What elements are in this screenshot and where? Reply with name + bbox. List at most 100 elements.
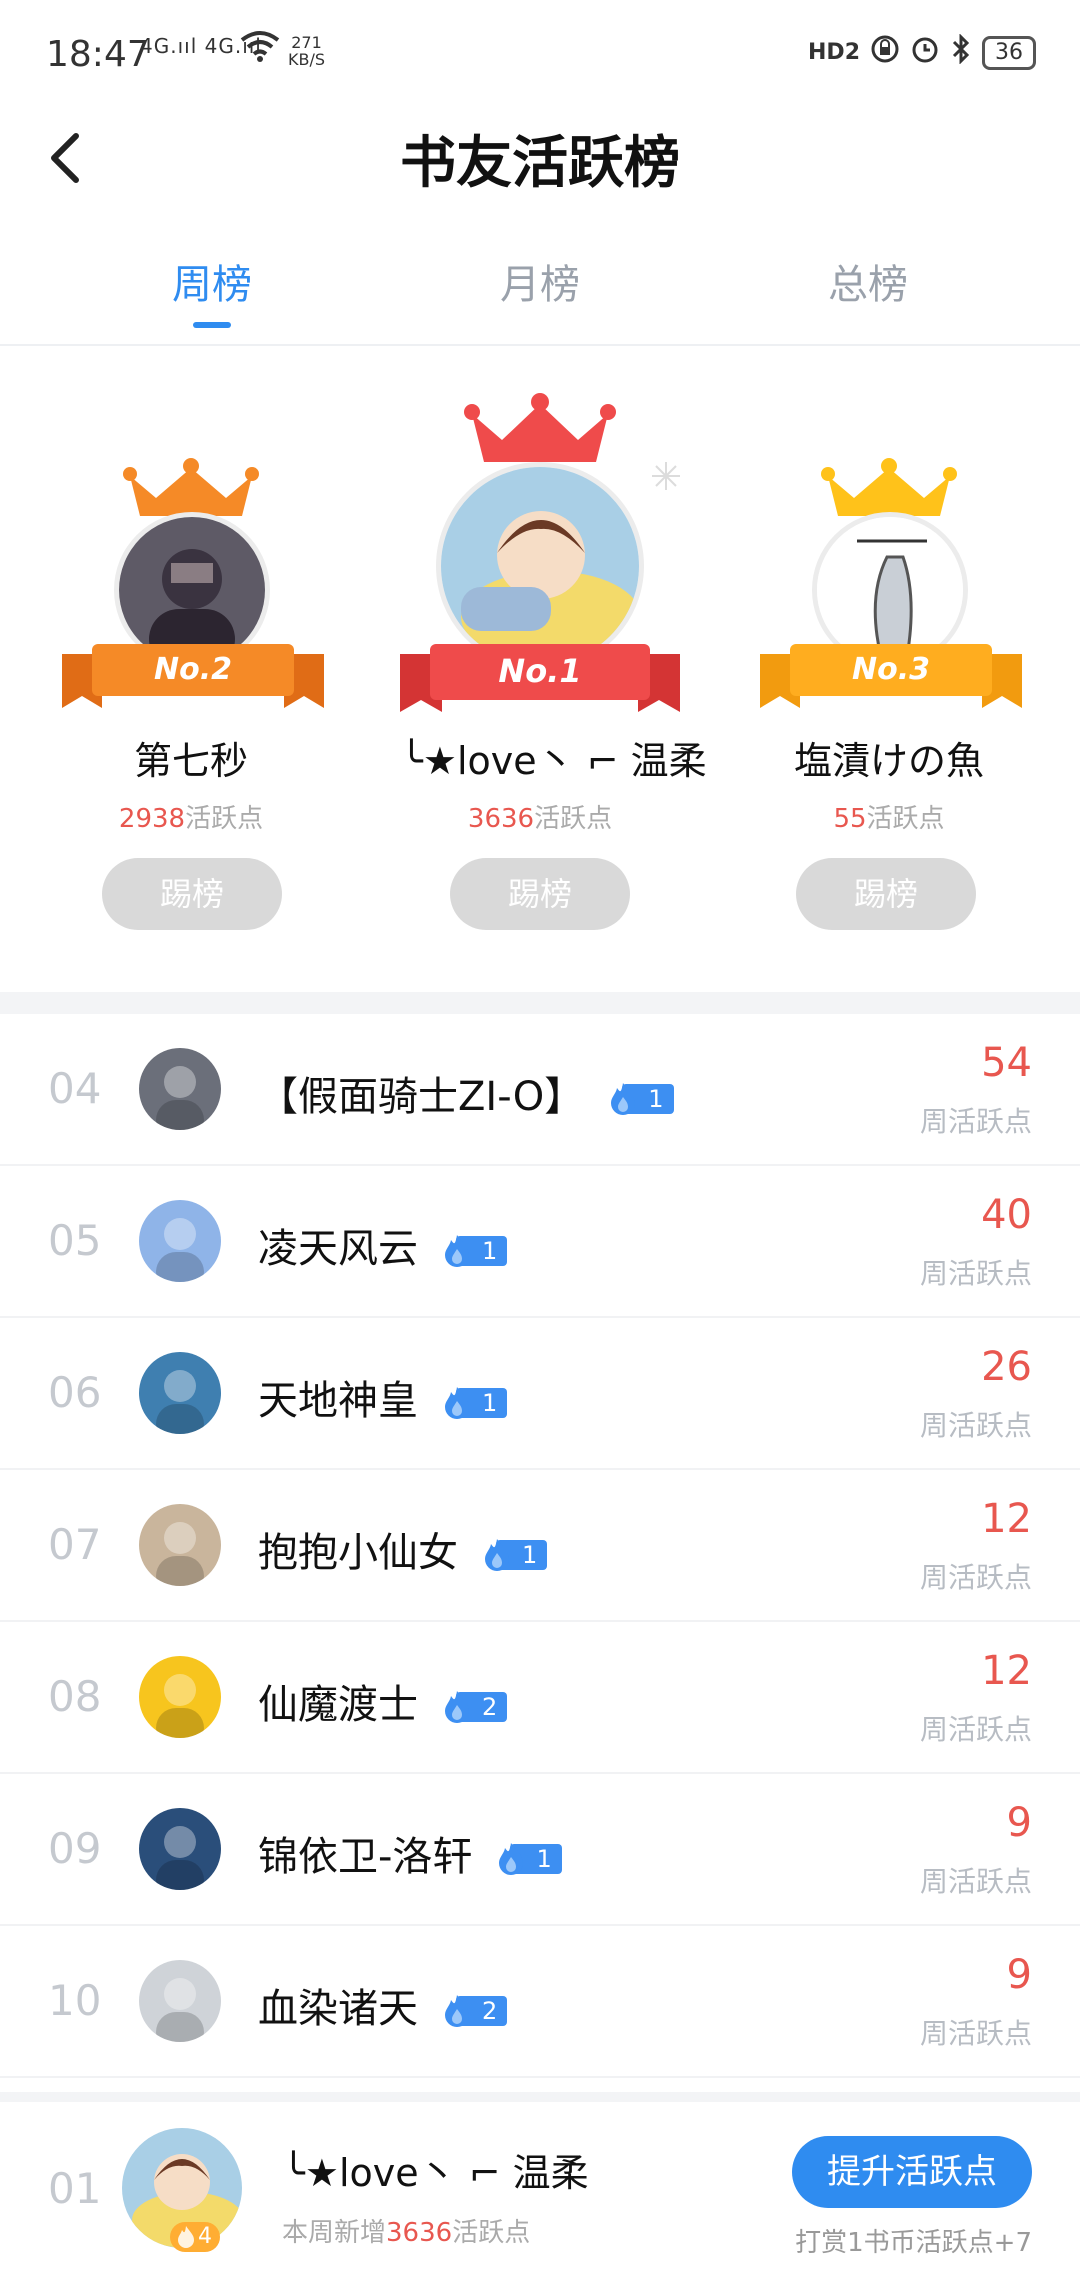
score-value: 12: [981, 1496, 1032, 1542]
rank-badge-label: No.3: [852, 652, 930, 687]
my-name: ╰★love丶 ⌐ 温柔: [282, 2151, 589, 2195]
rank-badge-label: No.2: [154, 652, 232, 687]
rank-number: 06: [48, 1368, 102, 1417]
my-rank-bar: 01 4 ╰★love丶 ⌐ 温柔 本周新增3636活跃点 提升活跃点 打赏1书…: [0, 2092, 1080, 2280]
avatar[interactable]: [139, 1960, 221, 2042]
score-label: 周活跃点: [919, 1561, 1032, 1594]
score-value: 9: [1006, 1800, 1032, 1846]
kick-button[interactable]: 踢榜: [102, 858, 282, 930]
rank-number: 09: [48, 1824, 102, 1873]
podium-name: 塩漬けの魚: [793, 739, 984, 783]
score-value: 9: [1006, 1952, 1032, 1998]
level-badge: 2: [442, 1993, 508, 2029]
score-value: 54: [981, 1040, 1032, 1086]
list-item[interactable]: 09 锦依卫-洛轩 1 9 周活跃点: [0, 1774, 1080, 1926]
bluetooth-icon: [950, 33, 972, 71]
network-speed: 271 KB/S: [288, 33, 326, 69]
avatar[interactable]: [139, 1656, 221, 1738]
fire-icon: [178, 2226, 194, 2248]
status-time: 18:47: [46, 34, 150, 75]
user-name: 仙魔渡士 2: [258, 1672, 508, 1730]
level-badge: 1: [496, 1841, 562, 1877]
level-badge: 1: [482, 1537, 548, 1573]
tab-monthly[interactable]: 月榜: [440, 252, 640, 310]
rank-number: 04: [48, 1064, 102, 1113]
sparkle-icon: [652, 462, 680, 494]
level-badge: 1: [442, 1385, 508, 1421]
list-item[interactable]: 07 抱抱小仙女 1 12 周活跃点: [0, 1470, 1080, 1622]
podium-third: No.3 塩漬けの魚 55活跃点 踢榜: [758, 346, 1022, 946]
lock-icon: [870, 34, 900, 71]
status-bar: 18:47 4G.ııl 4G.ııl 271 KB/S HD2 36: [0, 0, 1080, 96]
list-item[interactable]: 10 血染诸天 2 9 周活跃点: [0, 1926, 1080, 2078]
user-name: 血染诸天 2: [258, 1976, 508, 2034]
list-item[interactable]: 04 【假面骑士ZI-O】 1 54 周活跃点: [0, 1014, 1080, 1166]
score-value: 26: [981, 1344, 1032, 1390]
alarm-icon: [910, 34, 940, 71]
rank-ribbon: No.2: [62, 638, 324, 718]
podium-points: 3636活跃点: [467, 804, 613, 834]
crown-icon: [464, 392, 616, 468]
level-badge: 4: [170, 2222, 220, 2252]
ranking-tabs: 周榜 月榜 总榜: [0, 230, 1080, 346]
reward-note: 打赏1书币活跃点+7: [795, 2228, 1032, 2258]
podium-first: No.1 ╰★love丶 ⌐ 温柔 3636活跃点 踢榜: [400, 346, 707, 946]
rank-list: 04 【假面骑士ZI-O】 1 54 周活跃点 05 凌天风云 1 40 周活跃点 06 天地神皇 1 2…: [0, 1014, 1080, 2078]
nav-bar: 书友活跃榜: [0, 96, 1080, 216]
page-title: 书友活跃榜: [400, 130, 680, 196]
fire-icon: [485, 1539, 509, 1571]
podium-name: ╰★love丶 ⌐ 温柔: [400, 739, 707, 783]
section-divider: [0, 992, 1080, 1014]
rank-number: 05: [48, 1216, 102, 1265]
battery-icon: 36: [982, 35, 1036, 70]
tab-weekly[interactable]: 周榜: [112, 252, 312, 310]
fire-icon: [499, 1843, 524, 1875]
podium-points: 2938活跃点: [118, 804, 264, 834]
avatar[interactable]: [139, 1200, 221, 1282]
rank-number: 07: [48, 1520, 102, 1569]
tab-indicator: [193, 322, 231, 328]
tab-total[interactable]: 总榜: [768, 252, 968, 310]
user-name: 天地神皇 1: [258, 1368, 508, 1426]
score-value: 40: [981, 1192, 1032, 1238]
list-item[interactable]: 06 天地神皇 1 26 周活跃点: [0, 1318, 1080, 1470]
top-three-podium: No.2 第七秒 2938活跃点 踢榜 No.1 ╰★love丶 ⌐ 温柔 36…: [0, 346, 1080, 986]
level-badge: 1: [442, 1233, 508, 1269]
level-badge: 1: [608, 1081, 674, 1117]
fire-icon: [445, 1691, 469, 1723]
score-label: 周活跃点: [919, 1865, 1032, 1898]
level-badge: 2: [442, 1689, 508, 1725]
user-name: 抱抱小仙女 1: [258, 1520, 548, 1578]
user-name: 凌天风云 1: [258, 1216, 508, 1274]
list-item[interactable]: 08 仙魔渡士 2 12 周活跃点: [0, 1622, 1080, 1774]
hd-icon: HD2: [808, 40, 860, 65]
fire-icon: [445, 1387, 469, 1419]
my-rank-number: 01: [48, 2164, 102, 2213]
score-label: 周活跃点: [919, 1257, 1032, 1290]
score-label: 周活跃点: [919, 2017, 1032, 2050]
rank-number: 10: [48, 1976, 102, 2025]
avatar[interactable]: [139, 1504, 221, 1586]
boost-activity-button[interactable]: 提升活跃点: [792, 2136, 1032, 2208]
fire-icon: [445, 1235, 469, 1267]
my-weekly-points: 本周新增3636活跃点: [282, 2218, 531, 2248]
avatar[interactable]: [139, 1808, 221, 1890]
user-name: 锦依卫-洛轩 1: [258, 1824, 562, 1882]
score-label: 周活跃点: [919, 1713, 1032, 1746]
kick-button[interactable]: 踢榜: [796, 858, 976, 930]
user-name: 【假面骑士ZI-O】 1: [258, 1064, 674, 1122]
kick-button[interactable]: 踢榜: [450, 858, 630, 930]
score-label: 周活跃点: [919, 1105, 1032, 1138]
rank-ribbon: No.1: [400, 638, 680, 722]
podium-second: No.2 第七秒 2938活跃点 踢榜: [60, 346, 324, 946]
wifi-icon: [240, 30, 280, 66]
rank-ribbon: No.3: [760, 638, 1022, 718]
rank-number: 08: [48, 1672, 102, 1721]
fire-icon: [445, 1995, 469, 2027]
avatar[interactable]: [139, 1048, 221, 1130]
score-value: 12: [981, 1648, 1032, 1694]
list-item[interactable]: 05 凌天风云 1 40 周活跃点: [0, 1166, 1080, 1318]
avatar[interactable]: [139, 1352, 221, 1434]
podium-name: 第七秒: [133, 739, 248, 783]
rank-badge-label: No.1: [498, 652, 582, 690]
